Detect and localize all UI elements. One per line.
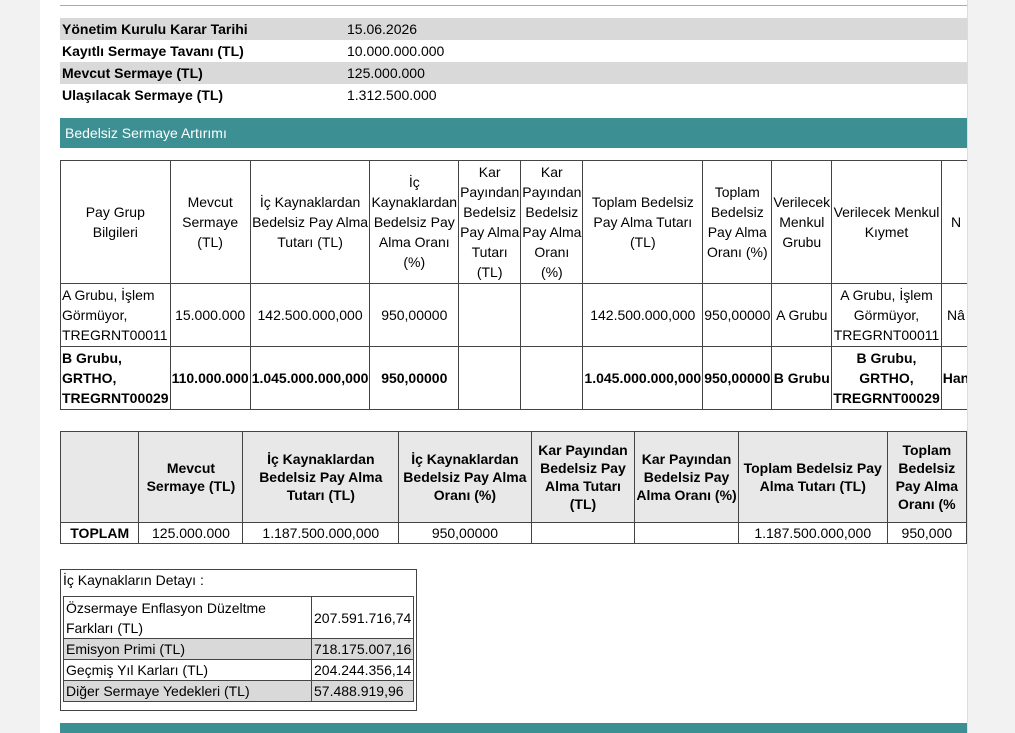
total-table: Mevcut Sermaye (TL) İç Kaynaklardan Bede…	[59, 431, 967, 544]
table-cell: 950,00000	[702, 283, 773, 347]
table-row: Diğer Sermaye Yedekleri (TL) 57.488.919,…	[63, 680, 415, 702]
section-header-bedelsiz: Bedelsiz Sermaye Artırımı	[60, 118, 967, 148]
detail-caption: İç Kaynakların Detayı :	[63, 572, 204, 588]
table-cell: Han	[940, 346, 967, 410]
group-table: Pay Grup Bilgileri Mevcut Sermaye (TL) İ…	[60, 160, 967, 410]
col-header: Verilecek Menkul Kıymet	[831, 160, 942, 284]
table-cell	[634, 522, 739, 544]
detail-label: Geçmiş Yıl Karları (TL)	[63, 659, 312, 681]
table-cell: 125.000.000	[138, 522, 244, 544]
detail-label: Özsermaye Enflasyon Düzeltme Farkları (T…	[63, 596, 312, 639]
info-row: Yönetim Kurulu Karar Tarihi 15.06.2026	[60, 18, 967, 40]
col-header: N	[940, 160, 967, 284]
group-table-header: Pay Grup Bilgileri Mevcut Sermaye (TL) İ…	[60, 160, 967, 284]
table-cell: A Grubu, İşlem Görmüyor, TREGRNT00011	[831, 283, 942, 347]
table-cell: TOPLAM	[59, 522, 140, 544]
table-cell: 1.187.500.000,000	[242, 522, 400, 544]
col-header: Verilecek Menkul Grubu	[771, 160, 833, 284]
detail-value: 204.244.356,14	[310, 659, 415, 681]
table-cell: 950,00000	[369, 283, 460, 347]
document-page: Yönetim Kurulu Karar Tarihi 15.06.2026 K…	[40, 0, 967, 733]
table-cell: 142.500.000,000	[249, 283, 371, 347]
col-header: Kar Payından Bedelsiz Pay Alma Tutarı (T…	[530, 431, 636, 523]
info-value: 125.000.000	[345, 62, 967, 84]
internal-sources-detail: İç Kaynakların Detayı : Özsermaye Enflas…	[60, 569, 417, 711]
next-section-header	[60, 723, 967, 733]
info-value: 1.312.500.000	[347, 87, 437, 103]
detail-value: 207.591.716,74	[310, 596, 415, 639]
col-header: Kar Payından Bedelsiz Pay Alma Oranı (%)	[634, 431, 739, 523]
info-value: 15.06.2026	[345, 18, 967, 40]
table-cell: A Grubu	[771, 283, 833, 347]
table-cell	[520, 346, 584, 410]
col-header: Mevcut Sermaye (TL)	[169, 160, 251, 284]
col-header: Toplam Bedelsiz Pay Alma Oranı (%)	[702, 160, 773, 284]
table-cell: 1.187.500.000,000	[737, 522, 888, 544]
col-header: İç Kaynaklardan Bedelsiz Pay Alma Oranı …	[369, 160, 460, 284]
col-header: Kar Payından Bedelsiz Pay Alma Tutarı (T…	[458, 160, 522, 284]
top-divider	[60, 5, 967, 6]
table-row: Geçmiş Yıl Karları (TL) 204.244.356,14	[63, 659, 415, 681]
table-cell	[530, 522, 636, 544]
table-cell: A Grubu, İşlem Görmüyor, TREGRNT00011	[60, 283, 171, 347]
page-right-margin	[967, 0, 1015, 733]
table-cell: 950,000	[886, 522, 967, 544]
info-row: Ulaşılacak Sermaye (TL) 1.312.500.000	[60, 84, 967, 106]
table-cell: B Grubu	[771, 346, 833, 410]
table-row: Özsermaye Enflasyon Düzeltme Farkları (T…	[63, 596, 415, 639]
table-cell: 950,00000	[398, 522, 532, 544]
info-value: 10.000.000.000	[347, 43, 445, 59]
detail-label: Diğer Sermaye Yedekleri (TL)	[63, 680, 312, 702]
col-header: Toplam Bedelsiz Pay Alma Tutarı (TL)	[582, 160, 704, 284]
col-header: Toplam Bedelsiz Pay Alma Oranı (%	[886, 431, 967, 523]
table-row: Emisyon Primi (TL) 718.175.007,16	[63, 638, 415, 660]
info-row: Kayıtlı Sermaye Tavanı (TL) 10.000.000.0…	[60, 40, 967, 62]
table-cell	[458, 346, 522, 410]
col-header	[59, 431, 140, 523]
info-table: Yönetim Kurulu Karar Tarihi 15.06.2026 K…	[60, 18, 967, 106]
table-cell: 1.045.000.000,000	[249, 346, 371, 410]
table-cell: 110.000.000	[169, 346, 251, 410]
detail-table: Özsermaye Enflasyon Düzeltme Farkları (T…	[63, 596, 415, 702]
table-cell: Nâ	[940, 283, 967, 347]
info-row: Mevcut Sermaye (TL) 125.000.000	[60, 62, 967, 84]
detail-value: 57.488.919,96	[310, 680, 415, 702]
col-header: Kar Payından Bedelsiz Pay Alma Oranı (%)	[520, 160, 584, 284]
table-cell: B Grubu, GRTHO, TREGRNT00029	[831, 346, 942, 410]
table-cell: 950,00000	[702, 346, 773, 410]
table-row: A Grubu, İşlem Görmüyor, TREGRNT00011 15…	[60, 283, 967, 347]
table-cell: 142.500.000,000	[582, 283, 704, 347]
col-header: İç Kaynaklardan Bedelsiz Pay Alma Tutarı…	[249, 160, 371, 284]
col-header: İç Kaynaklardan Bedelsiz Pay Alma Tutarı…	[242, 431, 400, 523]
info-label: Ulaşılacak Sermaye (TL)	[62, 87, 224, 103]
info-label: Mevcut Sermaye (TL)	[60, 62, 345, 84]
detail-label: Emisyon Primi (TL)	[63, 638, 312, 660]
info-label: Kayıtlı Sermaye Tavanı (TL)	[62, 43, 244, 59]
table-cell: 15.000.000	[169, 283, 251, 347]
table-cell: B Grubu, GRTHO, TREGRNT00029	[60, 346, 171, 410]
table-cell: 950,00000	[369, 346, 460, 410]
table-row: B Grubu, GRTHO, TREGRNT00029 110.000.000…	[60, 346, 967, 410]
total-row: TOPLAM 125.000.000 1.187.500.000,000 950…	[59, 522, 967, 544]
col-header: Toplam Bedelsiz Pay Alma Tutarı (TL)	[737, 431, 888, 523]
col-header: Mevcut Sermaye (TL)	[138, 431, 244, 523]
col-header: İç Kaynaklardan Bedelsiz Pay Alma Oranı …	[398, 431, 532, 523]
table-cell: 1.045.000.000,000	[582, 346, 704, 410]
total-table-header: Mevcut Sermaye (TL) İç Kaynaklardan Bede…	[59, 431, 967, 523]
info-label: Yönetim Kurulu Karar Tarihi	[60, 18, 345, 40]
col-header: Pay Grup Bilgileri	[60, 160, 171, 284]
table-cell	[520, 283, 584, 347]
table-cell	[458, 283, 522, 347]
detail-value: 718.175.007,16	[310, 638, 415, 660]
